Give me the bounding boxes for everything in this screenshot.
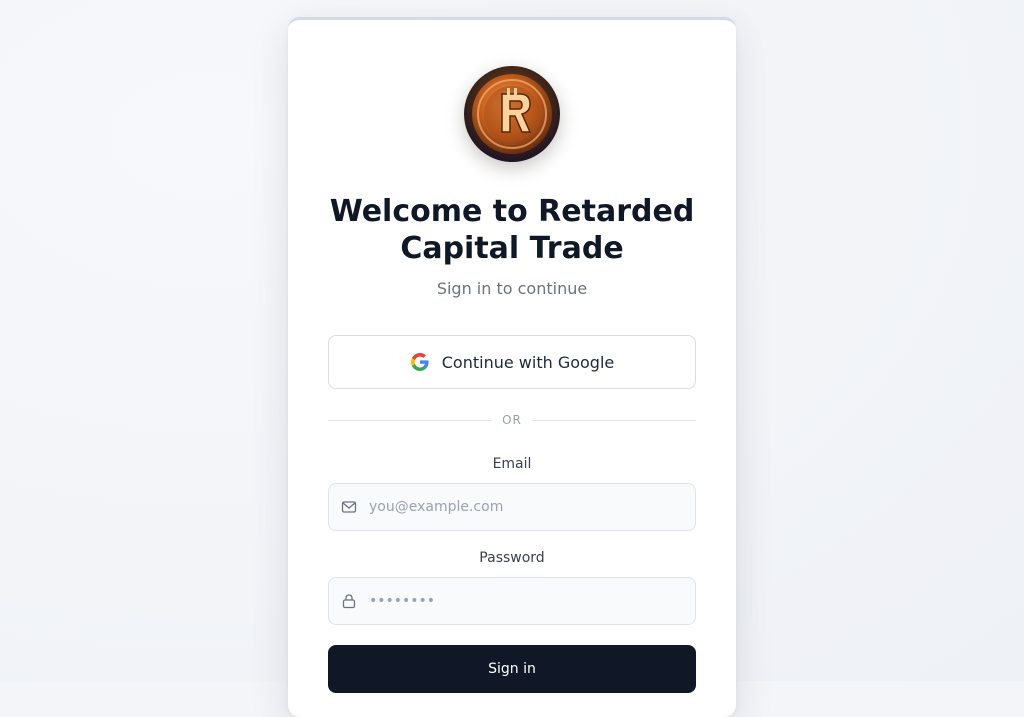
email-input[interactable] [369,499,689,515]
email-label: Email [492,456,532,472]
divider-line-right [531,419,697,421]
continue-with-google-button[interactable]: Continue with Google [328,335,696,389]
page-subtitle: Sign in to continue [436,279,588,298]
sign-in-button[interactable]: Sign in [328,645,696,693]
google-button-label: Continue with Google [441,352,615,372]
password-label: Password [479,550,545,566]
or-divider: OR [328,412,697,428]
sign-in-label: Sign in [488,661,536,677]
login-card: Welcome to Retarded Capital Trade Sign i… [288,17,736,717]
divider-label: OR [502,413,522,427]
password-field-wrapper [328,577,696,625]
mail-icon [341,499,357,515]
lock-icon [341,593,357,609]
google-icon [410,352,430,372]
email-field-wrapper [328,483,696,531]
coin-r-logo-icon [464,66,560,162]
password-input[interactable] [369,593,689,609]
page-title: Welcome to Retarded Capital Trade [329,194,695,266]
divider-line-left [328,419,493,421]
